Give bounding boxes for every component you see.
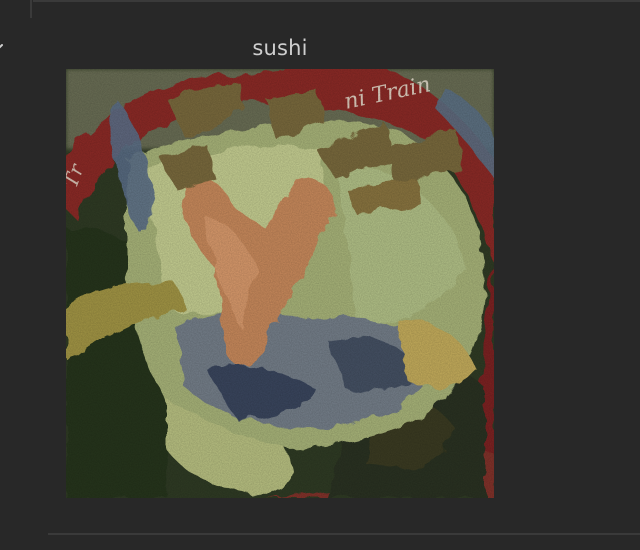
generated-image: ni Train Tr	[66, 69, 494, 498]
notebook-output-cell: sushi	[0, 0, 640, 550]
image-caption: sushi	[252, 36, 308, 60]
cell-bottom-rule	[48, 533, 640, 535]
cell-left-divider	[30, 0, 32, 18]
chevron-icon[interactable]	[0, 40, 10, 54]
cell-top-border	[33, 0, 640, 2]
painting-image: ni Train Tr	[66, 69, 494, 498]
